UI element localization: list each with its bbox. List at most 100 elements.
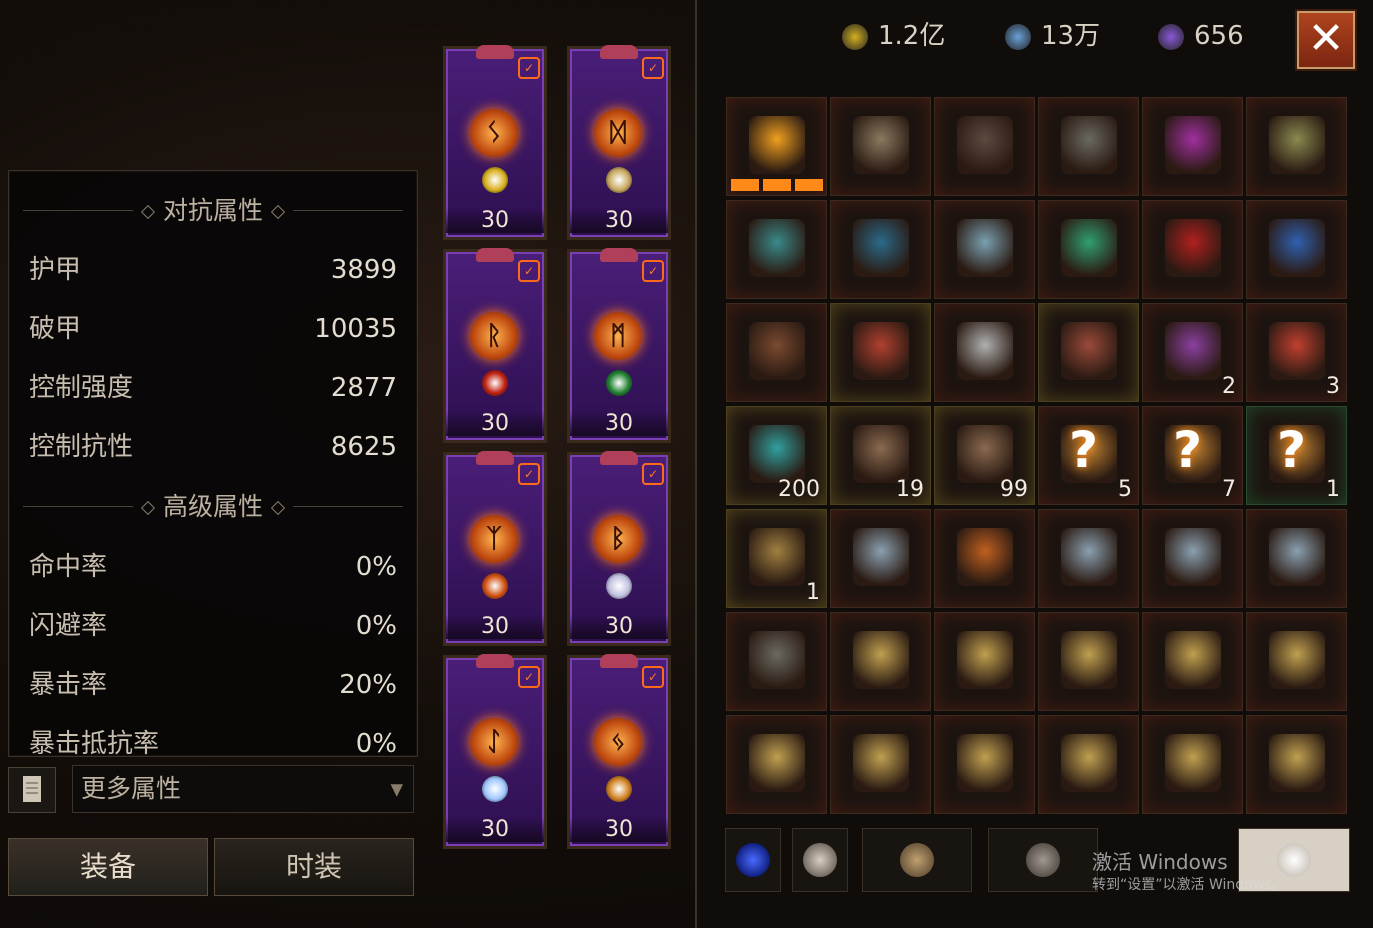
inventory-slot[interactable]	[1246, 97, 1347, 196]
inventory-slot[interactable]: 19	[830, 406, 931, 505]
close-button[interactable]: ✕	[1295, 9, 1357, 71]
item-count: 19	[896, 477, 924, 502]
inventory-slot[interactable]: ? 5	[1038, 406, 1139, 505]
stat-label: 暴击率	[29, 670, 108, 700]
equipment-slot[interactable]: ✓ ᚱ 30	[443, 248, 547, 443]
steel-chest-icon	[1165, 528, 1221, 586]
inventory-slot[interactable]: 200	[726, 406, 827, 505]
currency-item: 1.2亿	[842, 18, 945, 54]
inventory-slot[interactable]	[1038, 200, 1139, 299]
stat-label: 命中率	[29, 552, 108, 582]
inventory-slot[interactable]	[934, 200, 1035, 299]
stat-label: 护甲	[29, 255, 82, 285]
inventory-tab[interactable]	[988, 828, 1098, 892]
question-mark-icon: ?	[1069, 421, 1099, 479]
inventory-slot[interactable]	[934, 509, 1035, 608]
gem-icon	[482, 167, 508, 193]
tab-fashion[interactable]: 时装	[214, 838, 414, 896]
inventory-slot[interactable]	[1038, 303, 1139, 402]
inventory-slot[interactable]	[830, 303, 931, 402]
question-mark-icon: ?	[1277, 421, 1307, 479]
inventory-slot[interactable]	[830, 509, 931, 608]
stat-label: 破甲	[29, 314, 82, 344]
equipment-slot[interactable]: ✓ ᛗ 30	[567, 248, 671, 443]
stat-row: 命中率 0%	[29, 542, 397, 592]
inventory-slot[interactable]	[726, 97, 827, 196]
upgrade-badge-icon: ✓	[518, 666, 540, 688]
stat-value: 10035	[314, 314, 397, 344]
inventory-slot[interactable]	[1038, 97, 1139, 196]
steel-chest-icon	[1061, 528, 1117, 586]
scroll-icon	[853, 322, 909, 380]
inventory-slot[interactable]	[934, 612, 1035, 711]
inventory-slot[interactable]	[830, 612, 931, 711]
inventory-slot[interactable]	[1142, 509, 1243, 608]
gem-icon	[482, 776, 508, 802]
inventory-slot[interactable]	[1246, 612, 1347, 711]
crest-icon	[476, 654, 514, 668]
equipment-slot[interactable]: ✓ ᛃ 30	[567, 654, 671, 849]
treasure-chest-icon	[853, 631, 909, 689]
inventory-slot[interactable]	[1142, 97, 1243, 196]
inventory-tab[interactable]	[862, 828, 972, 892]
ore-icon	[1026, 843, 1060, 877]
treasure-chest-icon	[1165, 631, 1221, 689]
demon-icon	[803, 843, 837, 877]
crossbow-icon	[853, 219, 909, 277]
stat-value: 2877	[330, 373, 397, 403]
document-icon[interactable]	[8, 767, 56, 813]
inventory-slot[interactable]	[726, 303, 827, 402]
more-attributes-dropdown[interactable]: 更多属性 ▾	[72, 765, 414, 813]
steel-chest-icon	[1269, 528, 1325, 586]
inventory-slot[interactable]: 99	[934, 406, 1035, 505]
inventory-slot[interactable]	[1038, 612, 1139, 711]
equipment-slot[interactable]: ✓ ᛉ 30	[443, 451, 547, 646]
equipment-slot[interactable]: ✓ ᛊ 30	[443, 45, 547, 240]
inventory-tab[interactable]	[725, 828, 781, 892]
inventory-slot[interactable]: 1	[726, 509, 827, 608]
inventory-slot[interactable]	[1246, 715, 1347, 814]
inventory-slot[interactable]	[1246, 509, 1347, 608]
treasure-chest-icon	[853, 734, 909, 792]
inventory-slot[interactable]	[726, 715, 827, 814]
inventory-slot[interactable]	[726, 200, 827, 299]
inventory-slot[interactable]	[934, 97, 1035, 196]
red-chest-icon	[1061, 322, 1117, 380]
gold-coin-icon	[842, 23, 868, 50]
currency-item: 656	[1158, 18, 1244, 54]
inventory-slot[interactable]	[1038, 509, 1139, 608]
inventory-slot[interactable]	[726, 612, 827, 711]
tab-equipment[interactable]: 装备	[8, 838, 208, 896]
upgrade-badge-icon: ✓	[642, 666, 664, 688]
inventory-slot[interactable]	[934, 715, 1035, 814]
item-count: 2	[1222, 374, 1236, 399]
inventory-slot[interactable]	[830, 715, 931, 814]
treasure-chest-icon	[957, 631, 1013, 689]
inventory-slot[interactable]	[830, 200, 931, 299]
inventory-slot[interactable]	[934, 303, 1035, 402]
inventory-slot[interactable]	[1038, 715, 1139, 814]
inventory-slot[interactable]: ? 1	[1246, 406, 1347, 505]
inventory-slot[interactable]	[1246, 200, 1347, 299]
equipment-slot[interactable]: ✓ ᛞ 30	[567, 45, 671, 240]
inventory-slot[interactable]	[830, 97, 931, 196]
inventory-tab[interactable]	[792, 828, 848, 892]
inventory-slot[interactable]	[1142, 715, 1243, 814]
upgrade-badge-icon: ✓	[642, 463, 664, 485]
fire-chest-icon	[957, 528, 1013, 586]
inventory-slot[interactable]	[1142, 612, 1243, 711]
slot-level: 30	[570, 208, 668, 233]
rune-icon: ᚱ	[470, 312, 518, 360]
stat-label: 暴击抵抗率	[29, 729, 160, 757]
slot-level: 30	[446, 817, 544, 842]
crest-icon	[600, 654, 638, 668]
gold-chest-icon	[749, 528, 805, 586]
currency-value: 1.2亿	[878, 21, 946, 51]
inventory-slot[interactable]: 3	[1246, 303, 1347, 402]
inventory-slot[interactable]: ? 7	[1142, 406, 1243, 505]
inventory-slot[interactable]: 2	[1142, 303, 1243, 402]
equipment-slot[interactable]: ✓ ᛒ 30	[567, 451, 671, 646]
inventory-slot[interactable]	[1142, 200, 1243, 299]
equipment-slot[interactable]: ✓ ᛇ 30	[443, 654, 547, 849]
stat-value: 0%	[355, 729, 397, 757]
